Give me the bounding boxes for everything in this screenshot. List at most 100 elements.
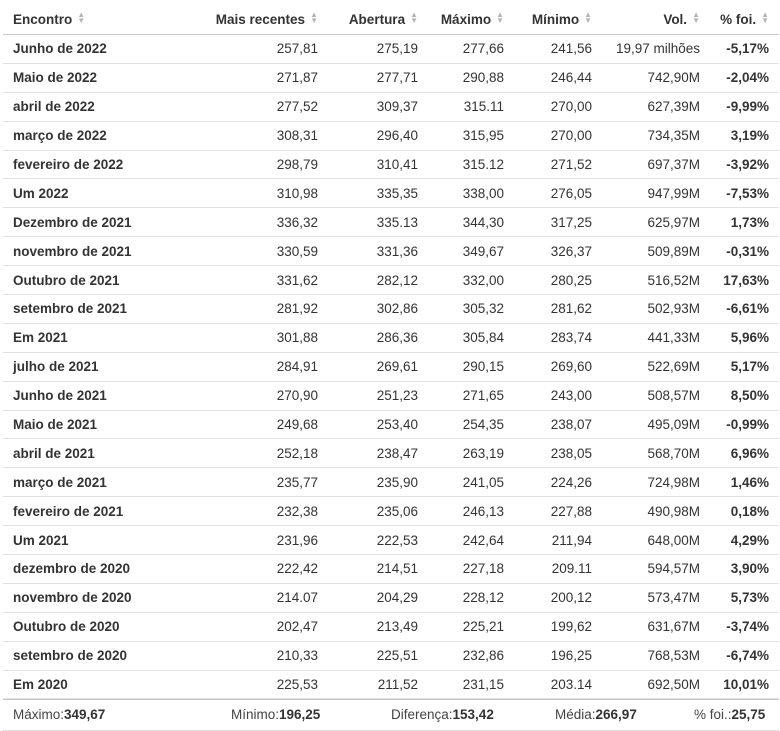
summary-min: Mínimo:196,25 [231,707,321,723]
cell-low: 203.14 [514,670,602,700]
cell-date: Um 2021 [3,525,173,556]
cell-low: 224,26 [514,467,602,498]
sort-arrows-icon[interactable]: ▲ ▼ [761,10,769,24]
cell-change: 4,29% [710,525,779,556]
cell-date: setembro de 2020 [3,641,173,671]
cell-open: 310,41 [328,150,428,180]
table-row: abril de 2021 252,18 238,47 263,19 238,05 568… [3,438,779,469]
cell-volume: 19,97 milhões [602,34,710,64]
cell-date: Outubro de 2020 [3,612,173,642]
cell-volume: 495,09M [602,410,710,440]
cell-date: fevereiro de 2022 [3,150,173,180]
cell-change: 10,01% [710,670,779,700]
column-header-volume[interactable]: Vol. ▲ ▼ [602,4,710,35]
sort-arrows-icon[interactable]: ▲ ▼ [584,10,592,24]
cell-date: dezembro de 2020 [3,554,173,584]
column-header-date[interactable]: Encontro ▲ ▼ [3,4,173,35]
cell-volume: 568,70M [602,438,710,469]
cell-last: 235,77 [173,467,328,498]
cell-change: -2,04% [710,63,779,93]
cell-last: 202,47 [173,612,328,642]
table-row: setembro de 2021 281,92 302,86 305,32 281,62… [3,294,779,324]
cell-volume: 627,39M [602,92,710,122]
cell-low: 280,25 [514,265,602,296]
cell-low: 211,94 [514,525,602,556]
cell-open: 253,40 [328,410,428,440]
cell-date: julho de 2021 [3,352,173,382]
cell-open: 335.13 [328,207,428,238]
cell-high: 338,00 [428,178,514,209]
cell-date: setembro de 2021 [3,294,173,324]
sort-arrows-icon[interactable]: ▲ ▼ [310,10,318,24]
summary-difference: Diferença:153,42 [391,707,494,723]
table-row: novembro de 2020 214.07 204,29 228,12 200,12… [3,583,779,613]
cell-last: 336,32 [173,207,328,238]
cell-open: 251,23 [328,381,428,411]
cell-high: 241,05 [428,467,514,498]
cell-low: 227,88 [514,496,602,527]
cell-last: 271,87 [173,63,328,93]
cell-high: 254,35 [428,410,514,440]
cell-high: 263,19 [428,438,514,469]
cell-open: 302,86 [328,294,428,324]
table-row: Junho de 2022 257,81 275,19 277,66 241,56 19,… [3,34,779,64]
cell-high: 277,66 [428,34,514,64]
cell-volume: 508,57M [602,381,710,411]
table-row: Em 2021 301,88 286,36 305,84 283,74 441,33M 5,… [3,323,779,353]
cell-change: 1,46% [710,467,779,498]
cell-high: 305,32 [428,294,514,324]
cell-open: 214,51 [328,554,428,584]
column-header-change[interactable]: % foi. ▲ ▼ [710,4,779,35]
cell-date: novembro de 2020 [3,583,173,613]
cell-high: 315.11 [428,92,514,122]
cell-low: 270,00 [514,121,602,151]
sort-arrows-icon[interactable]: ▲ ▼ [77,10,85,24]
cell-volume: 734,35M [602,121,710,151]
cell-volume: 742,90M [602,63,710,93]
cell-volume: 631,67M [602,612,710,642]
cell-change: 8,50% [710,381,779,411]
table-row: março de 2022 308,31 296,40 315,95 270,00 734… [3,121,779,151]
table-row: Um 2022 310,98 335,35 338,00 276,05 947,99M -7… [3,178,779,209]
cell-volume: 490,98M [602,496,710,527]
cell-date: Em 2021 [3,323,173,353]
cell-date: Outubro de 2021 [3,265,173,296]
sort-arrows-icon[interactable]: ▲ ▼ [496,10,504,24]
cell-change: -6,61% [710,294,779,324]
cell-date: Em 2020 [3,670,173,700]
cell-volume: 768,53M [602,641,710,671]
column-header-high[interactable]: Máximo ▲ ▼ [428,4,514,35]
cell-last: 210,33 [173,641,328,671]
cell-volume: 522,69M [602,352,710,382]
historical-data-table: Encontro ▲ ▼ Mais recentes ▲ ▼ Abertura ▲ ▼ Má… [3,4,779,700]
cell-last: 225,53 [173,670,328,700]
cell-open: 286,36 [328,323,428,353]
cell-open: 331,36 [328,236,428,267]
cell-date: novembro de 2021 [3,236,173,267]
cell-change: 1,73% [710,207,779,238]
cell-last: 249,68 [173,410,328,440]
sort-arrows-icon[interactable]: ▲ ▼ [410,10,418,24]
cell-last: 331,62 [173,265,328,296]
cell-last: 277,52 [173,92,328,122]
cell-last: 310,98 [173,178,328,209]
cell-change: -6,74% [710,641,779,671]
cell-last: 252,18 [173,438,328,469]
cell-open: 225,51 [328,641,428,671]
cell-high: 242,64 [428,525,514,556]
column-header-open[interactable]: Abertura ▲ ▼ [328,4,428,35]
cell-change: -7,53% [710,178,779,209]
sort-arrows-icon[interactable]: ▲ ▼ [692,10,700,24]
table-header-row: Encontro ▲ ▼ Mais recentes ▲ ▼ Abertura ▲ ▼ Má… [3,4,779,35]
cell-change: 0,18% [710,496,779,527]
cell-change: 5,17% [710,352,779,382]
cell-low: 238,07 [514,410,602,440]
cell-low: 246,44 [514,63,602,93]
table-row: fevereiro de 2022 298,79 310,41 315.12 271,5… [3,150,779,180]
cell-date: abril de 2022 [3,92,173,122]
cell-high: 344,30 [428,207,514,238]
cell-high: 290,15 [428,352,514,382]
cell-last: 257,81 [173,34,328,64]
column-header-low[interactable]: Mínimo ▲ ▼ [514,4,602,35]
column-header-last[interactable]: Mais recentes ▲ ▼ [173,4,328,35]
